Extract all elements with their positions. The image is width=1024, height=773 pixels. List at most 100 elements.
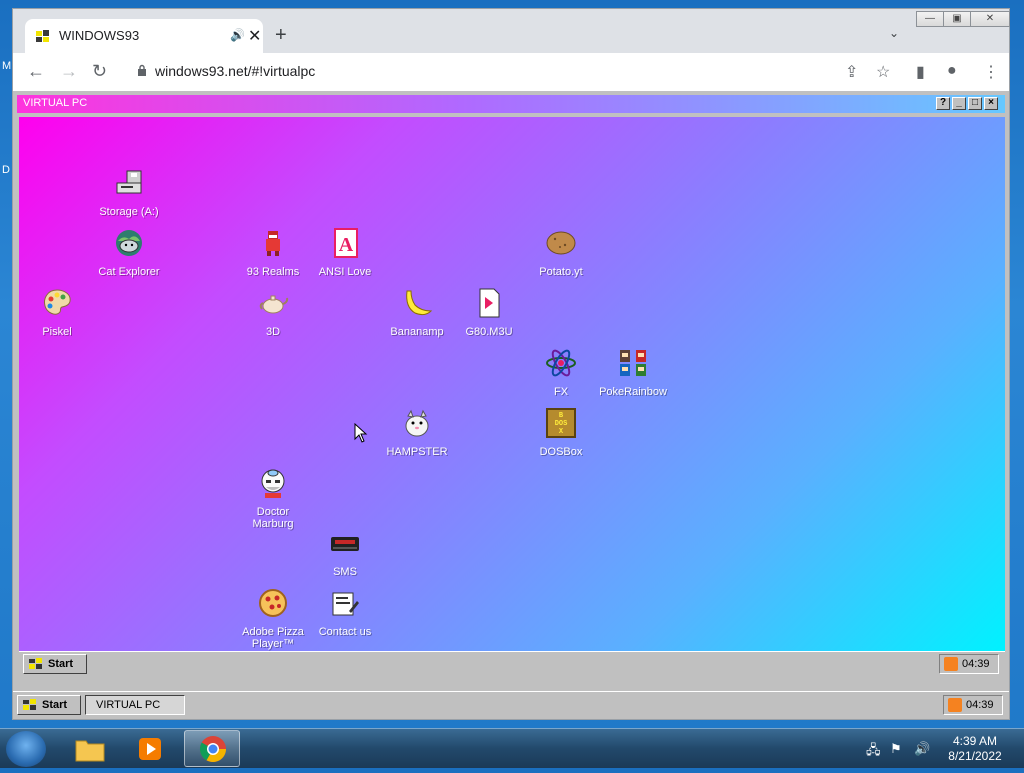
media-player-icon (139, 738, 161, 760)
desktop-icon-pokerainbow[interactable]: PokeRainbow (595, 347, 671, 398)
virtual-pc-taskbar: Start 04:39 (19, 651, 1005, 677)
chevron-down-icon[interactable]: ⌄ (889, 26, 899, 40)
desktop-icon-hampster[interactable]: HAMPSTER (379, 407, 455, 458)
start-label: Start (42, 699, 68, 711)
profile-icon[interactable]: ● (947, 62, 957, 80)
floppy-drive-icon (116, 170, 142, 194)
folder-icon (75, 740, 105, 762)
desktop-icon-sms[interactable]: SMS (307, 527, 383, 578)
virtual-desktop: Storage (A:) Cat Explorer 93 Realms A AN… (19, 117, 1005, 651)
pokemon-trainers-icon (620, 350, 646, 376)
windows7-taskbar: 🖧 ⚑ 🔊 4:39 AM 8/21/2022 (0, 728, 1024, 768)
taskbar-media-player[interactable] (122, 730, 178, 767)
desktop-icon-bananamp[interactable]: Bananamp (379, 287, 455, 338)
windows93-taskbar: Start VIRTUAL PC 04:39 (13, 691, 1009, 719)
tray-clock: 04:39 (966, 699, 994, 711)
icon-label: SMS (333, 566, 357, 578)
teapot-icon (259, 295, 289, 314)
icon-label: Doctor Marburg (252, 506, 294, 530)
rss-icon[interactable] (948, 698, 962, 712)
start-button[interactable]: Start (23, 654, 87, 674)
knight-icon (266, 231, 280, 256)
system-clock[interactable]: 4:39 AM 8/21/2022 (940, 734, 1010, 764)
desktop-icon-potato[interactable]: Potato.yt (523, 227, 599, 278)
icon-label: 93 Realms (246, 266, 300, 278)
rss-icon[interactable] (944, 657, 958, 671)
game-console-icon (331, 537, 359, 551)
icon-label: Potato.yt (539, 266, 583, 278)
taskbar-explorer[interactable] (62, 730, 118, 767)
icon-label: PokeRainbow (599, 386, 667, 398)
desktop-icon-g80-m3u[interactable]: G80.M3U (451, 287, 527, 338)
desktop-icon-ansi-love[interactable]: A ANSI Love (307, 227, 383, 278)
address-bar[interactable]: windows93.net/#!virtualpc (133, 58, 851, 86)
virtual-pc-titlebar[interactable]: VIRTUAL PC ? _ □ × (17, 95, 1005, 113)
desktop-icon-dosbox[interactable]: B DOS X DOSBox (523, 407, 599, 458)
desktop-icon-doctor-marburg[interactable]: Doctor Marburg (235, 467, 311, 530)
menu-kebab-icon[interactable]: ⋮ (983, 62, 999, 82)
cat-globe-icon (116, 230, 142, 256)
network-icon[interactable]: 🖧 (866, 741, 882, 757)
desktop-icon-3d[interactable]: 3D (235, 287, 311, 338)
desktop-icon-93-realms[interactable]: 93 Realms (235, 227, 311, 278)
close-window-button[interactable]: ✕ (970, 11, 1010, 27)
minimize-button[interactable]: _ (952, 97, 966, 110)
system-tray: 04:39 (943, 695, 1003, 715)
start-button[interactable]: Start (17, 695, 81, 715)
close-button[interactable]: × (984, 97, 998, 110)
potato-icon (546, 231, 576, 255)
help-button[interactable]: ? (936, 97, 950, 110)
hamster-icon (405, 409, 429, 437)
icon-label: Contact us (318, 626, 372, 638)
windows7-start-orb-icon[interactable] (6, 731, 46, 767)
side-panel-icon[interactable]: ▮ (916, 62, 925, 82)
tray-clock: 04:39 (962, 658, 990, 670)
icon-label: FX (553, 386, 569, 398)
maximize-button[interactable]: □ (968, 97, 982, 110)
svg-text:DOS: DOS (555, 420, 568, 428)
desktop-icon-piskel[interactable]: Piskel (19, 287, 95, 338)
ansi-letter-icon: A (334, 228, 358, 258)
desktop-icon-fx[interactable]: FX (523, 347, 599, 398)
back-icon[interactable]: ← (27, 61, 45, 82)
taskbar-chrome[interactable] (184, 730, 240, 767)
desktop-icon-contact-us[interactable]: Contact us (307, 587, 383, 638)
palette-icon (44, 289, 71, 315)
window-title: VIRTUAL PC (23, 97, 88, 109)
share-icon[interactable]: ⇪ (845, 62, 858, 82)
speaker-icon[interactable]: 🔊 (230, 28, 245, 42)
icon-label: Adobe Pizza Player™ (242, 626, 304, 650)
minimize-window-button[interactable]: — (916, 11, 944, 27)
doctor-icon (261, 469, 285, 498)
browser-tab[interactable]: WINDOWS93 🔊 ✕ (25, 19, 263, 53)
icon-label: Piskel (42, 326, 72, 338)
forward-icon[interactable]: → (60, 61, 78, 82)
bookmark-star-icon[interactable]: ☆ (876, 62, 890, 82)
contact-form-icon (332, 592, 359, 616)
icon-label: G80.M3U (465, 326, 513, 338)
close-tab-icon[interactable]: ✕ (248, 26, 261, 46)
banana-icon (406, 290, 433, 316)
taskbar-item-label: VIRTUAL PC (96, 699, 161, 711)
playlist-file-icon (479, 288, 500, 318)
desktop-icon-cat-explorer[interactable]: Cat Explorer (91, 227, 167, 278)
desktop-icon-adobe-pizza[interactable]: Adobe Pizza Player™ (235, 587, 311, 650)
web-page: VIRTUAL PC ? _ □ × Storage (A:) Cat Expl… (13, 91, 1009, 719)
icon-label: HAMPSTER (386, 446, 448, 458)
windows93-logo-icon (23, 699, 36, 710)
reload-icon[interactable]: ↻ (92, 61, 107, 82)
desktop-icon-storage[interactable]: Storage (A:) (91, 167, 167, 218)
tab-title: WINDOWS93 (59, 28, 140, 43)
restore-window-button[interactable]: ▣ (943, 11, 971, 27)
new-tab-icon[interactable]: + (275, 24, 287, 47)
svg-text:A: A (339, 234, 354, 256)
action-center-flag-icon[interactable]: ⚑ (890, 741, 906, 757)
chrome-window: WINDOWS93 🔊 ✕ + ⌄ — ▣ ✕ ← → ↻ windows93.… (12, 8, 1010, 720)
windows93-favicon-icon (36, 30, 49, 42)
lock-icon[interactable] (137, 64, 147, 76)
volume-icon[interactable]: 🔊 (914, 741, 930, 757)
url-text[interactable]: windows93.net/#!virtualpc (155, 63, 315, 79)
desktop-icon-label-partial: D (2, 164, 10, 176)
taskbar-item-virtual-pc[interactable]: VIRTUAL PC (85, 695, 185, 715)
icon-label: Cat Explorer (98, 266, 160, 278)
